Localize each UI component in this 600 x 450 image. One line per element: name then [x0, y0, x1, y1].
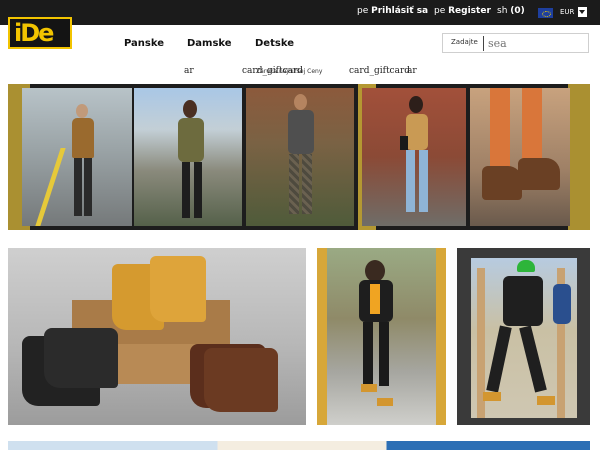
promo-tile-worker[interactable]	[457, 248, 590, 425]
nav-item-detske[interactable]: Detske	[255, 38, 294, 49]
promo-tile-boots[interactable]	[8, 248, 306, 425]
cart-icon-alt: sh	[497, 6, 508, 16]
cart-count: (0)	[510, 6, 525, 16]
lifestyle-photo-boots	[470, 88, 570, 226]
search-box: Zadajte	[442, 33, 589, 53]
nav-item-damske[interactable]: Damske	[187, 38, 232, 49]
lifestyle-photo-plaid	[246, 88, 354, 226]
yellow-brushstroke	[568, 84, 590, 230]
lifestyle-photo-jeans	[362, 88, 466, 226]
login-icon-alt: pe	[357, 6, 369, 16]
logo-text: iDe	[14, 19, 54, 47]
currency-label[interactable]: EUR	[560, 8, 574, 16]
search-label: Zadajte	[451, 38, 478, 46]
nav-item-panske[interactable]: Panske	[124, 38, 164, 49]
lowest-price-guarantee[interactable]: Záruka najnižšej Ceny	[256, 68, 322, 75]
brown-boot	[204, 348, 278, 412]
search-input[interactable]	[483, 36, 587, 51]
login-link[interactable]: pe Prihlásiť sa	[357, 6, 428, 16]
register-link[interactable]: pe Register	[434, 6, 491, 16]
black-boot	[44, 328, 118, 388]
broken-image-alt: ar	[184, 66, 194, 76]
lifestyle-photo-green-jacket	[134, 88, 242, 226]
currency-dropdown-icon[interactable]	[578, 7, 587, 17]
gift-card-icon: card_giftcard	[349, 66, 411, 76]
register-label: Register	[448, 6, 491, 16]
hero-banner[interactable]	[8, 84, 590, 230]
login-label: Prihlásiť sa	[371, 6, 429, 16]
lifestyle-photo-platform	[22, 88, 132, 226]
promo-tile-stairs[interactable]	[317, 248, 446, 425]
cart-link[interactable]: sh (0)	[497, 6, 525, 16]
eu-flag-icon[interactable]	[538, 8, 553, 18]
broken-image-alt: ar	[407, 66, 417, 76]
next-row-banner	[8, 441, 590, 450]
hard-hat-icon	[517, 260, 535, 272]
top-bar: pe Prihlásiť sa pe Register sh (0) EUR	[0, 0, 600, 25]
yellow-boot	[150, 256, 206, 322]
site-logo[interactable]: iDe	[8, 17, 72, 49]
register-icon-alt: pe	[434, 6, 446, 16]
